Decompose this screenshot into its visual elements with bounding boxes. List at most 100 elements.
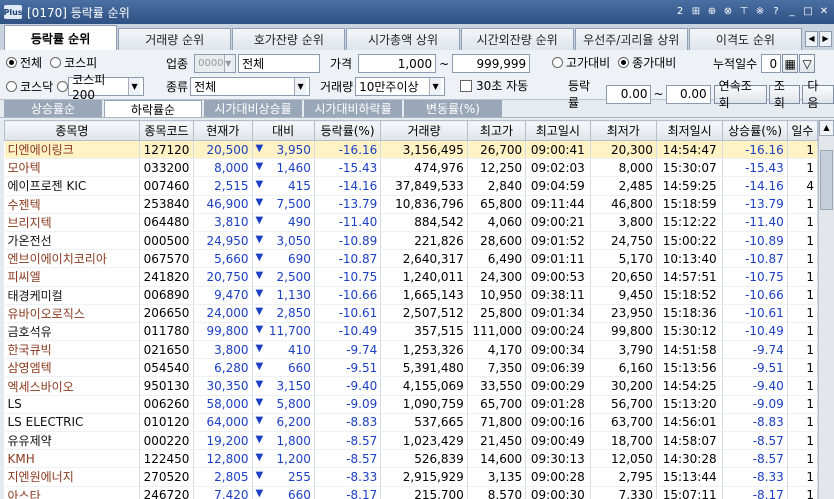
- table-row[interactable]: 아스타 246720 7,420 ▼ 660 -8.17 215,700 8,570 09:00…: [4, 486, 818, 499]
- price-from-input[interactable]: 1,000: [358, 54, 437, 73]
- column-header[interactable]: 상승률(%): [722, 120, 788, 141]
- table-row[interactable]: 엑세스바이오 950130 30,350 ▼ 3,150 -9.40 4,155,069 33…: [4, 376, 818, 396]
- days-cell: 1: [787, 413, 818, 433]
- volume-cell: 2,507,512: [380, 304, 468, 323]
- days-input[interactable]: 0: [761, 54, 782, 73]
- close-icon[interactable]: ✕: [818, 6, 830, 18]
- change-value: 1,200: [276, 451, 311, 466]
- tab-scroll-left-icon[interactable]: ◀: [805, 31, 818, 47]
- industry-code-select[interactable]: 0000 ▼: [194, 54, 237, 73]
- rate-cell: -10.61: [314, 304, 382, 323]
- subtab-4[interactable]: 변동률(%): [404, 100, 502, 117]
- rate-cell: -15.43: [314, 158, 382, 178]
- settings-icon[interactable]: ※: [754, 6, 766, 18]
- change-value: 7,500: [276, 197, 311, 212]
- column-header[interactable]: 최저가: [589, 120, 657, 141]
- add-icon[interactable]: ⊕: [706, 6, 718, 18]
- pin-icon[interactable]: ⊤: [738, 6, 750, 18]
- help-icon[interactable]: ?: [770, 6, 782, 18]
- table-row[interactable]: 유바이오로직스 206650 24,000 ▼ 2,850 -10.61 2,507,512…: [4, 304, 818, 323]
- table-row[interactable]: 한국큐빅 021650 3,800 ▼ 410 -9.74 1,253,326 4,170 09…: [4, 340, 818, 360]
- minimize-icon[interactable]: _: [786, 6, 798, 18]
- column-header[interactable]: 최저일시: [655, 120, 724, 141]
- subtab-1[interactable]: 하락률순: [104, 100, 202, 117]
- subtab-3[interactable]: 시가대비하락률: [304, 100, 402, 117]
- table-row[interactable]: 수젠텍 253840 46,900 ▼ 7,500 -13.79 10,836,796 65,…: [4, 195, 818, 214]
- market-kosdaq-radio[interactable]: 코스닥: [6, 78, 53, 95]
- column-header[interactable]: 대비: [251, 120, 315, 141]
- scroll-up-icon[interactable]: ▲: [819, 120, 834, 136]
- column-header[interactable]: 등락률(%): [313, 120, 382, 141]
- table-row[interactable]: 브리지텍 064480 3,810 ▼ 490 -11.40 884,542 4,060 09:…: [4, 213, 818, 232]
- high-cell: 6,490: [467, 249, 527, 269]
- change-cell: ▼ 2,850: [252, 304, 315, 323]
- column-header[interactable]: 일수: [786, 120, 818, 141]
- vertical-scrollbar[interactable]: ▲: [818, 120, 834, 499]
- type-select[interactable]: 전체 ▼: [190, 77, 311, 96]
- scroll-thumb[interactable]: [820, 150, 833, 210]
- column-header[interactable]: 현재가: [193, 120, 253, 141]
- query-button[interactable]: 조회: [768, 79, 801, 110]
- table-row[interactable]: LS ELECTRIC 010120 64,000 ▼ 6,200 -8.83 537,66…: [4, 413, 818, 433]
- maximize-icon[interactable]: □: [802, 6, 814, 18]
- table-row[interactable]: LS 006260 58,000 ▼ 5,800 -9.09 1,090,759 65,700…: [4, 395, 818, 414]
- kospi200-select[interactable]: 코스피200 ▼: [68, 73, 145, 102]
- tab-2[interactable]: 호가잔량 순위: [232, 28, 346, 50]
- low-time-cell: 14:30:28: [656, 449, 724, 469]
- table-row[interactable]: 태경케미컬 006890 9,470 ▼ 1,130 -10.66 1,665,143 10,…: [4, 286, 818, 305]
- high-cell: 65,700: [467, 395, 527, 414]
- table-row[interactable]: 피씨엘 241820 20,750 ▼ 2,500 -10.75 1,240,011 24,3…: [4, 267, 818, 287]
- tab-scroll-right-icon[interactable]: ▶: [819, 31, 832, 47]
- table-row[interactable]: 디엔에이링크 127120 20,500 ▼ 3,950 -16.16 3,156,495 2…: [4, 140, 818, 160]
- column-header[interactable]: 종목명: [4, 120, 140, 141]
- table-row[interactable]: 엔브이에이치코리아 067570 5,660 ▼ 690 -10.87 2,640,317 6…: [4, 249, 818, 269]
- vs-close-radio[interactable]: 종가대비: [618, 54, 676, 71]
- table-row[interactable]: 삼영엠텍 054540 6,280 ▼ 660 -9.51 5,391,480 7,350 09…: [4, 358, 818, 378]
- filter-icon[interactable]: ▽: [799, 54, 816, 73]
- screen-2-icon[interactable]: 2: [674, 6, 686, 18]
- low-cell: 6,160: [590, 358, 657, 378]
- tab-6[interactable]: 이격도 순위: [688, 28, 802, 50]
- tab-4[interactable]: 시간외잔량 순위: [460, 28, 574, 50]
- down-arrow-icon: ▼: [255, 306, 264, 318]
- tab-5[interactable]: 우선주/괴리율 상위: [574, 28, 688, 50]
- tab-0[interactable]: 등락률 순위: [4, 25, 118, 50]
- subtab-2[interactable]: 시가대비상승률: [204, 100, 302, 117]
- tab-1[interactable]: 거래량 순위: [118, 28, 232, 50]
- high-time-cell: 09:00:21: [525, 213, 591, 232]
- layout-icon[interactable]: ⊞: [690, 6, 702, 18]
- market-all-radio[interactable]: 전체: [6, 54, 42, 71]
- calendar-icon[interactable]: ▦: [782, 54, 799, 73]
- tab-3[interactable]: 시가총액 상위: [346, 28, 460, 50]
- price-to-input[interactable]: 999,999: [452, 54, 531, 73]
- volume-select[interactable]: 10만주이상 ▼: [355, 77, 446, 96]
- table-row[interactable]: KMH 122450 12,800 ▼ 1,200 -8.57 526,839 14,600 0…: [4, 449, 818, 469]
- next-button[interactable]: 다음: [802, 79, 834, 110]
- market-kospi200-radio[interactable]: [57, 81, 69, 92]
- rate-to-input[interactable]: 0.00: [665, 84, 711, 104]
- table-row[interactable]: 에이프로젠 KIC 007460 2,515 ▼ 415 -14.16 37,849,533…: [4, 176, 818, 196]
- table-row[interactable]: 모아텍 033200 8,000 ▼ 1,460 -15.43 474,976 12,250 0…: [4, 158, 818, 178]
- column-header[interactable]: 거래량: [380, 120, 468, 141]
- market-kospi-radio[interactable]: 코스피: [50, 54, 97, 71]
- close-circle-icon[interactable]: ⊗: [722, 6, 734, 18]
- rate-from-input[interactable]: 0.00: [606, 84, 652, 104]
- table-row[interactable]: 가온전선 000500 24,950 ▼ 3,050 -10.89 221,826 28,60…: [4, 231, 818, 251]
- price-cell: 64,000: [193, 413, 253, 433]
- titlebar-icons: 2 ⊞ ⊕ ⊗ ⊤ ※? _ □ ✕: [674, 6, 830, 18]
- column-header[interactable]: 최고가: [466, 120, 527, 141]
- stock-code-cell: 241820: [139, 267, 195, 287]
- vs-high-radio[interactable]: 고가대비: [552, 54, 610, 71]
- subtab-0[interactable]: 상승률순: [4, 100, 102, 117]
- auto-refresh-checkbox[interactable]: [460, 79, 472, 92]
- change-value: 2,500: [276, 269, 311, 284]
- table-row[interactable]: 지엔원에너지 270520 2,805 ▼ 255 -8.33 2,915,929 3,135…: [4, 467, 818, 487]
- stock-name-cell: 브리지텍: [4, 213, 140, 232]
- column-header[interactable]: 최고일시: [525, 120, 591, 141]
- column-header[interactable]: 종목코드: [138, 120, 195, 141]
- continuous-query-button[interactable]: 연속조회: [713, 79, 767, 110]
- table-row[interactable]: 유유제약 000220 19,200 ▼ 1,800 -8.57 1,023,429 21,4…: [4, 431, 818, 451]
- table-row[interactable]: 금호석유 011780 99,800 ▼ 11,700 -10.49 357,515 111,…: [4, 322, 818, 342]
- days-cell: 1: [787, 340, 818, 360]
- industry-name-field[interactable]: 전체: [238, 54, 321, 73]
